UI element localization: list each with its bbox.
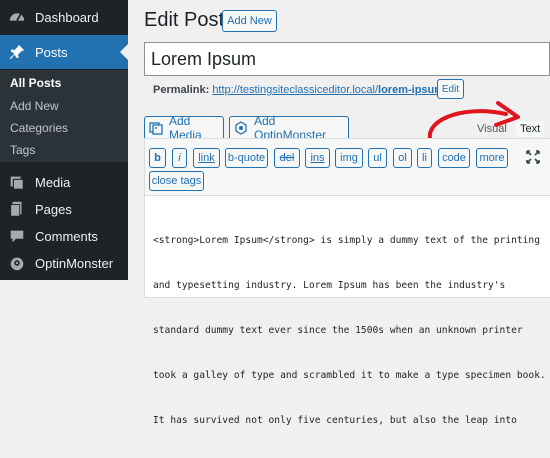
pushpin-icon xyxy=(7,42,27,62)
content-line: It has survived not only five centuries,… xyxy=(153,415,517,426)
posts-submenu: All Posts Add New Categories Tags xyxy=(0,70,128,162)
sidebar-item-label: Media xyxy=(35,174,71,190)
sidebar-item-label: Pages xyxy=(35,201,72,217)
content-line: <strong>Lorem Ipsum</strong> is simply a… xyxy=(153,235,540,246)
qt-ins-button[interactable]: ins xyxy=(305,148,330,168)
add-media-button[interactable]: Add Media xyxy=(144,114,224,142)
submenu-categories[interactable]: Categories xyxy=(10,121,68,135)
sidebar-item-label: Posts xyxy=(35,44,68,60)
qt-link-button[interactable]: link xyxy=(193,148,220,168)
dashboard-icon xyxy=(7,7,27,27)
add-media-icon xyxy=(149,121,163,135)
qt-li-button[interactable]: li xyxy=(417,148,432,168)
sidebar-item-label: Comments xyxy=(35,228,98,244)
submenu-tags[interactable]: Tags xyxy=(10,143,35,157)
qt-bquote-button[interactable]: b-quote xyxy=(225,148,268,168)
qt-del-button[interactable]: del xyxy=(274,148,300,168)
optinmonster-icon xyxy=(234,121,248,135)
sidebar-item-optinmonster[interactable]: OptinMonster xyxy=(0,246,128,280)
submenu-add-new[interactable]: Add New xyxy=(10,99,59,113)
editor: b i link b-quote del ins img ul ol li co… xyxy=(144,138,550,426)
qt-bold-button[interactable]: b xyxy=(149,148,166,168)
qt-more-button[interactable]: more xyxy=(476,148,508,168)
permalink-label: Permalink: xyxy=(153,84,210,96)
permalink-link[interactable]: http://testingsiteclassiceditor.local/lo… xyxy=(212,84,457,96)
permalink-base: http://testingsiteclassiceditor.local/ xyxy=(212,84,379,96)
edit-permalink-button[interactable]: Edit xyxy=(437,79,464,99)
sidebar-item-posts[interactable]: Posts xyxy=(0,35,128,69)
add-new-button[interactable]: Add New xyxy=(222,10,277,32)
post-title-input[interactable] xyxy=(144,42,550,76)
qt-ul-button[interactable]: ul xyxy=(368,148,387,168)
content-line: and typesetting industry. Lorem Ipsum ha… xyxy=(153,280,506,291)
content-textarea[interactable]: <strong>Lorem Ipsum</strong> is simply a… xyxy=(153,203,549,458)
pages-icon xyxy=(7,199,27,219)
admin-sidebar: Dashboard Posts All Posts Add New Catego… xyxy=(0,0,128,280)
sidebar-item-dashboard[interactable]: Dashboard xyxy=(0,0,128,34)
main-content: Edit Post Add New Permalink: http://test… xyxy=(128,0,550,426)
content-line: took a galley of type and scrambled it t… xyxy=(153,370,546,381)
qt-ol-button[interactable]: ol xyxy=(393,148,412,168)
sidebar-item-label: OptinMonster xyxy=(35,255,114,271)
add-optinmonster-button[interactable]: Add OptinMonster xyxy=(229,114,349,142)
quicktags-toolbar: b i link b-quote del ins img ul ol li co… xyxy=(145,139,550,196)
content-line: standard dummy text ever since the 1500s… xyxy=(153,325,523,336)
active-indicator xyxy=(120,44,128,60)
permalink-row: Permalink: http://testingsiteclassicedit… xyxy=(153,84,457,96)
qt-close-tags-button[interactable]: close tags xyxy=(149,171,204,191)
qt-code-button[interactable]: code xyxy=(438,148,470,168)
qt-italic-button[interactable]: i xyxy=(172,148,187,168)
sidebar-item-label: Dashboard xyxy=(35,9,99,25)
submenu-all-posts[interactable]: All Posts xyxy=(10,76,61,90)
media-icon xyxy=(7,172,27,192)
page-title: Edit Post xyxy=(144,9,225,31)
qt-img-button[interactable]: img xyxy=(335,148,363,168)
optinmonster-icon xyxy=(7,253,27,273)
comments-icon xyxy=(7,226,27,246)
fullscreen-icon[interactable] xyxy=(523,147,543,167)
